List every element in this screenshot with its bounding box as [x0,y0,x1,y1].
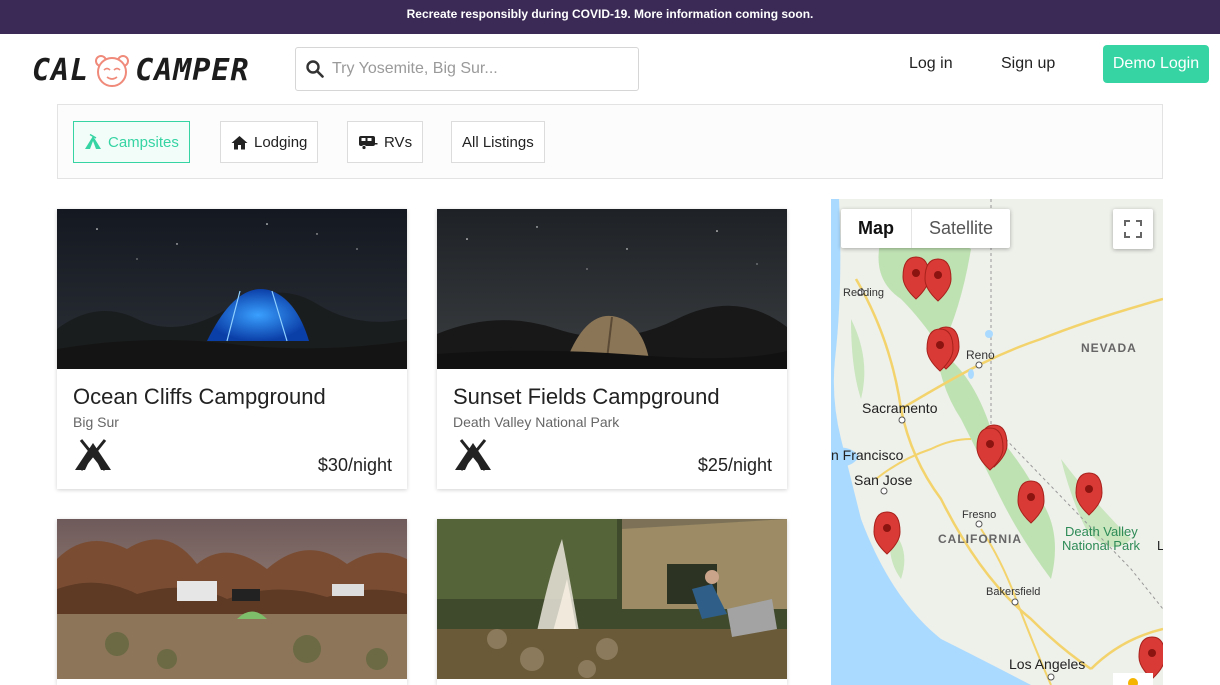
listing-location: Big Sur [73,414,119,430]
listing-title[interactable]: Sunset Fields Campground [453,384,720,410]
listing-photo [57,209,407,369]
listing-card[interactable]: Sunset Fields Campground Death Valley Na… [437,209,787,489]
listing-photo [437,519,787,679]
login-link[interactable]: Log in [909,55,953,73]
map-label-edge: L [1157,538,1163,553]
map-label-national-park: National Park [1062,538,1141,553]
filter-campsites[interactable]: Campsites [73,121,190,163]
listing-title[interactable]: Ocean Cliffs Campground [73,384,326,410]
map-label-california: CALIFORNIA [938,532,1022,546]
fullscreen-icon [1124,220,1142,238]
search-box[interactable] [295,47,639,91]
map-label-san-francisco: n Francisco [831,447,904,463]
map-type-toggle: Map Satellite [841,209,1011,248]
filter-label: All Listings [462,133,534,151]
map-label-sacramento: Sacramento [862,400,938,416]
listing-location: Death Valley National Park [453,414,620,430]
fullscreen-button[interactable] [1113,209,1153,249]
bear-face-icon [95,55,130,87]
listing-card[interactable] [437,519,787,685]
banner-text: Recreate responsibly during COVID-19. Mo… [406,7,814,21]
filter-rvs[interactable]: RVs [347,121,424,163]
listing-card[interactable]: Ocean Cliffs Campground Big Sur $30/nigh… [57,209,407,489]
search-icon [306,60,324,78]
tent-icon [75,439,111,471]
filter-label: Lodging [254,133,308,151]
map-type-map-button[interactable]: Map [841,209,912,248]
listing-price: $30/night [317,455,392,475]
demo-login-button[interactable]: Demo Login [1103,45,1209,83]
map-label-redding: Redding [843,287,884,299]
filter-lodging[interactable]: Lodging [220,121,319,163]
filter-bar: Campsites Lodging RVs All Listings [57,104,1163,179]
map-canvas[interactable] [831,199,1163,685]
listing-photo [437,209,787,369]
map-label-los-angeles: Los Angeles [1009,656,1086,672]
map-panel[interactable]: Redding Reno NEVADA Sacramento n Francis… [831,199,1163,685]
filter-label: Campsites [108,133,179,151]
site-header: CAL CAMPER Log in Sign up Demo Login [0,34,1220,104]
covid-banner: Recreate responsibly during COVID-19. Mo… [0,0,1220,34]
filter-all-listings[interactable]: All Listings [451,121,545,163]
map-label-nevada: NEVADA [1081,341,1137,355]
signup-link[interactable]: Sign up [1001,55,1055,73]
map-label-death-valley: Death Valley [1065,524,1138,539]
logo-text-right: CAMPER [135,52,250,88]
map-type-satellite-button[interactable]: Satellite [912,209,1010,248]
logo-text-left: CAL [32,52,90,88]
listing-card[interactable] [57,519,407,685]
rv-icon [359,135,378,150]
map-label-reno: Reno [966,348,995,362]
search-input[interactable] [332,60,632,78]
tent-icon [455,439,491,471]
tent-icon [85,134,101,149]
listing-photo [57,519,407,679]
map-label-san-jose: San Jose [854,472,913,488]
logo[interactable]: CAL CAMPER [32,52,250,88]
filter-label: RVs [384,133,413,151]
map-label-bakersfield: Bakersfield [986,586,1041,598]
map-label-fresno: Fresno [962,509,997,521]
listing-price: $25/night [697,455,772,475]
house-icon [231,135,248,149]
